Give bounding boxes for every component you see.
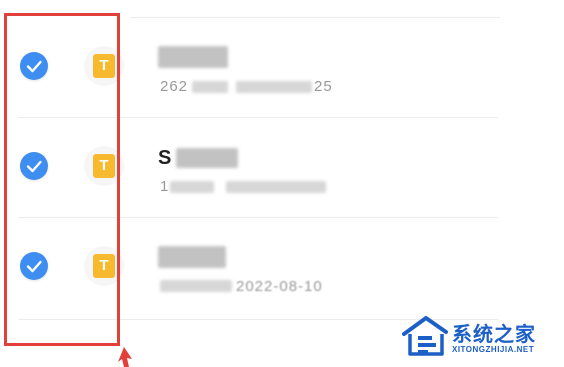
watermark-title: 系统之家	[452, 324, 536, 346]
redacted-file-name	[176, 148, 238, 168]
annotation-arrow-icon	[118, 347, 132, 367]
file-meta-size: 262	[160, 78, 189, 95]
redacted-meta	[236, 81, 312, 93]
redacted-meta	[160, 280, 232, 292]
redacted-meta	[192, 81, 228, 93]
file-meta-size: 1	[160, 178, 170, 195]
redacted-file-name	[158, 46, 228, 68]
redacted-file-name	[158, 246, 226, 268]
file-meta-date: 2022-08-10	[236, 278, 323, 295]
watermark-logo: 系统之家 XITONGZHIJIA.NET	[402, 314, 560, 360]
redacted-meta	[170, 181, 214, 193]
watermark-url: XITONGZHIJIA.NET	[452, 345, 535, 354]
house-logo-icon	[402, 316, 448, 356]
file-meta-date: 25	[314, 78, 333, 95]
file-name: S	[158, 147, 173, 169]
redacted-meta	[226, 181, 326, 193]
selection-highlight-box	[4, 13, 120, 346]
